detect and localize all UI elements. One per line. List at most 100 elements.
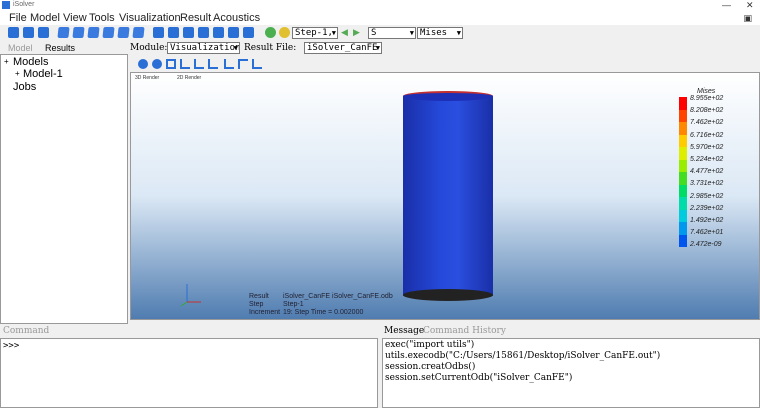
viewport-3d[interactable]: 3D Render 2D Render Mises 8.955e+02 8.208… (130, 72, 760, 320)
pause-icon[interactable] (279, 27, 290, 38)
tab-results[interactable]: Results (45, 43, 75, 54)
axis-triad-icon (180, 284, 201, 307)
info-increment-value: 19: Step Time = 0.002000 (283, 309, 364, 316)
legend-value: 8.955e+02 (690, 95, 724, 102)
info-icon[interactable] (243, 27, 254, 38)
colormap-icon[interactable] (228, 27, 239, 38)
view-iso-icon[interactable] (168, 27, 179, 38)
legend-value: 5.970e+02 (690, 143, 724, 151)
can-model[interactable] (403, 91, 493, 301)
model-tree: + Models + Model-1 Jobs (0, 54, 128, 324)
menu-bar: File Model View Tools Visualization Resu… (0, 11, 760, 25)
legend-swatch (679, 197, 687, 210)
legend-color-bar (679, 97, 687, 247)
message-line: exec("import utils") (385, 340, 475, 350)
play-icon[interactable] (265, 27, 276, 38)
legend-value: 5.224e+02 (690, 156, 724, 163)
step-first-icon[interactable]: ◀ (341, 27, 352, 38)
view-zx-icon[interactable] (208, 59, 218, 69)
legend-swatch (679, 172, 687, 185)
open-icon[interactable] (8, 27, 19, 38)
tab-command[interactable]: Command (3, 326, 49, 337)
part-icon[interactable] (72, 27, 85, 38)
legend-value: 2.985e+02 (690, 192, 724, 200)
restore-icon[interactable]: ▣ (743, 13, 752, 24)
tab-model[interactable]: Model (8, 43, 33, 54)
legend-value: 2.472e-09 (690, 241, 722, 249)
can-body (403, 96, 493, 296)
load-icon[interactable] (117, 27, 130, 38)
message-log: exec("import utils") utils.execodb("C:/U… (382, 338, 760, 408)
view-back-icon[interactable] (224, 59, 234, 69)
legend-swatch (679, 134, 687, 147)
tree-expander-model1[interactable]: + (15, 68, 20, 80)
legend-value: 8.208e+02 (690, 107, 724, 115)
menu-view[interactable]: View (63, 11, 87, 25)
menu-tools[interactable]: Tools (89, 11, 115, 25)
field-select[interactable]: S ▼ (368, 27, 416, 39)
render-shaded-icon[interactable] (183, 27, 194, 38)
main-toolbar: Step-1, I▼ ◀ ▶ S▼ Mises▼ (0, 26, 760, 40)
menu-model[interactable]: Model (30, 11, 60, 25)
legend-value: 4.477e+02 (690, 168, 724, 176)
step-select[interactable]: Step-1, I▼ (292, 27, 338, 39)
mesh-icon[interactable] (102, 27, 115, 38)
sphere-icon[interactable] (198, 27, 209, 38)
result-file-select[interactable]: iSolver_CanFE ▼ (304, 42, 382, 54)
close-icon[interactable]: ✕ (746, 0, 754, 10)
menu-visualization[interactable]: Visualization (119, 11, 181, 25)
tree-item-jobs[interactable]: Jobs (13, 81, 36, 93)
legend-swatch (679, 209, 687, 222)
legend-value: 7.462e+01 (690, 229, 724, 237)
legend-value: 2.239e+02 (690, 204, 724, 212)
menu-result[interactable]: Result (180, 11, 211, 25)
step-next-icon[interactable]: ▶ (353, 27, 364, 38)
window-title: iSolver (13, 1, 35, 8)
legend-value: 7.462e+02 (690, 119, 724, 127)
legend-value: 6.716e+02 (690, 131, 724, 139)
view-top-icon[interactable] (238, 59, 248, 69)
legend-swatch (679, 109, 687, 122)
legend-swatch (679, 222, 687, 235)
tree-expander-models[interactable]: + (4, 56, 9, 68)
save-as-icon[interactable] (38, 27, 49, 38)
menu-file[interactable]: File (9, 11, 27, 25)
menu-acoustics[interactable]: Acoustics (213, 11, 260, 25)
title-bar: iSolver — ✕ (0, 0, 760, 11)
legend-swatch (679, 147, 687, 160)
message-line: utils.execodb("C:/Users/15861/Desktop/iS… (385, 351, 661, 361)
bc-icon[interactable] (132, 27, 145, 38)
minimize-icon[interactable]: — (722, 0, 731, 10)
can-rim (403, 91, 493, 101)
pan-icon[interactable] (138, 59, 148, 69)
left-panel-tabs: Model Results (0, 43, 128, 54)
render-mesh-icon[interactable] (213, 27, 224, 38)
legend-swatch (679, 234, 687, 247)
tab-message[interactable]: Message (384, 326, 424, 337)
tree-item-model-1[interactable]: Model-1 (23, 68, 63, 80)
tree-item-models[interactable]: Models (13, 56, 48, 68)
component-select[interactable]: Mises ▼ (417, 27, 463, 39)
view-xy-icon[interactable] (180, 59, 190, 69)
rotate-icon[interactable] (152, 59, 162, 69)
info-result-key: Result (249, 293, 269, 300)
command-input[interactable]: >>> (0, 338, 378, 408)
view-iso2-icon[interactable] (252, 59, 262, 69)
message-line: session.creatOdbs() (385, 362, 476, 372)
legend-swatch (679, 184, 687, 197)
save-icon[interactable] (23, 27, 34, 38)
info-increment-key: Increment (249, 309, 281, 316)
fit-view-icon[interactable] (166, 59, 176, 69)
tab-command-history[interactable]: Command History (423, 326, 506, 337)
result-file-label: Result File: (244, 43, 297, 53)
view-front-icon[interactable] (153, 27, 164, 38)
visualization-toolbar (130, 58, 760, 71)
tab-2d-render[interactable]: 2D Render (177, 74, 201, 82)
assembly-icon[interactable] (87, 27, 100, 38)
cube-icon[interactable] (57, 27, 70, 38)
module-label: Module: (130, 43, 168, 53)
module-select[interactable]: Visualization ▼ (167, 42, 240, 54)
tab-3d-render[interactable]: 3D Render (135, 74, 159, 82)
view-yz-icon[interactable] (194, 59, 204, 69)
legend-swatch (679, 159, 687, 172)
